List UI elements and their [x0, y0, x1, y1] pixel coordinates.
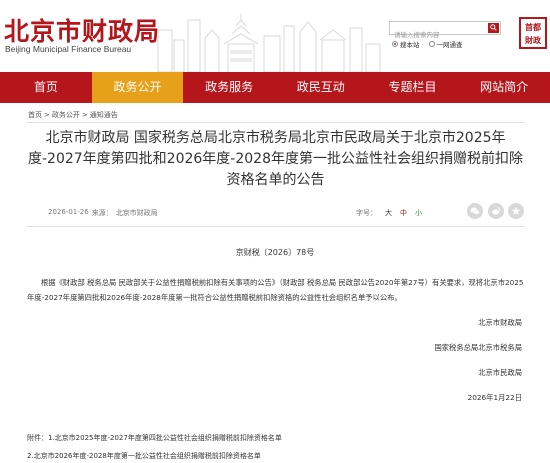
- article-title: 北京市财政局 国家税务总局北京市税务局北京市民政局关于北京市2025年度-202…: [28, 130, 523, 188]
- article-source: 北京市财政局: [115, 209, 158, 217]
- signature-civil-affairs: 北京市民政局: [478, 368, 522, 377]
- site-header: 北京市财政局 Beijing Municipal Finance Bureau: [0, 0, 550, 72]
- search-icon: [490, 24, 497, 31]
- search-scope-options: 搜本站 一网通查: [392, 39, 472, 49]
- breadcrumb-home[interactable]: 首页: [28, 110, 42, 120]
- breadcrumb-separator: >: [81, 111, 88, 119]
- main-nav: 首页 政务公开 政务服务 政民互动 专题栏目 网站简介: [0, 72, 550, 103]
- share-wechat-button[interactable]: [467, 203, 483, 219]
- font-size-label: 字号：: [356, 209, 377, 217]
- wechat-icon: [470, 207, 480, 215]
- share-weibo-button[interactable]: [488, 203, 504, 219]
- capital-finance-seal-logo: 首都 財政: [519, 17, 547, 49]
- nav-site-intro[interactable]: 网站简介: [458, 72, 550, 103]
- nav-interaction[interactable]: 政民互动: [275, 72, 367, 103]
- nav-gov-affairs-open[interactable]: 政务公开: [91, 72, 184, 103]
- article-body: 根据《财政部 税务总局 民政部关于公益性捐赠税前扣除有关事项的公告》（财政部 税…: [27, 278, 524, 302]
- nav-gov-services[interactable]: 政务服务: [183, 72, 275, 103]
- breadcrumb: 首页 > 政务公开 > 通知通告: [28, 110, 120, 120]
- attachment-link-2[interactable]: 2.北京市2026年度-2028年度第一批公益性社会组织捐赠税前扣除资格名单: [27, 451, 261, 461]
- font-size-switcher: 字号： 大 中 小: [356, 208, 430, 218]
- attachment-link-1[interactable]: 附件：1.北京市2025年度-2027年度第四批公益性社会组织捐赠税前扣除资格名…: [27, 433, 282, 443]
- site-logo-title[interactable]: 北京市财政局: [4, 12, 160, 48]
- font-size-large-button[interactable]: 大: [385, 208, 392, 218]
- article-meta: 2026-01-26 来源： 北京市财政局: [48, 208, 161, 218]
- article-source-label: 来源：: [91, 209, 113, 217]
- breadcrumb-notices[interactable]: 通知通告: [90, 110, 118, 120]
- font-size-small-button[interactable]: 小: [415, 208, 422, 218]
- radio-site-label: 搜本站: [400, 41, 420, 49]
- search-button[interactable]: [488, 23, 499, 33]
- site-logo-subtitle: Beijing Municipal Finance Bureau: [5, 44, 132, 54]
- radio-network-label: 一网通查: [436, 41, 463, 49]
- qzone-star-icon: [511, 206, 521, 216]
- weibo-icon: [491, 207, 501, 215]
- nav-home[interactable]: 首页: [0, 72, 92, 103]
- breadcrumb-divider: [27, 122, 524, 123]
- breadcrumb-gov-affairs-open[interactable]: 政务公开: [52, 110, 80, 120]
- breadcrumb-separator: >: [44, 111, 50, 119]
- signature-finance-bureau: 北京市财政局: [478, 318, 522, 327]
- radio-unchecked-icon: [428, 41, 435, 47]
- search-box: [389, 21, 501, 41]
- nav-special-topics[interactable]: 专题栏目: [367, 72, 459, 103]
- document-number: 京财税〔2026〕78号: [235, 248, 315, 257]
- radio-site-search[interactable]: 搜本站: [392, 39, 420, 49]
- radio-checked-icon: [392, 41, 398, 47]
- article-date: 2026-01-26: [48, 208, 89, 216]
- signature-tax-bureau: 国家税务总局北京市税务局: [434, 343, 522, 352]
- font-size-medium-button[interactable]: 中: [400, 208, 407, 218]
- city-skyline-illustration: [157, 14, 381, 72]
- share-qzone-button[interactable]: [508, 203, 524, 219]
- radio-network-search[interactable]: 一网通查: [428, 39, 463, 49]
- signature-date: 2026年1月22日: [467, 393, 522, 402]
- meta-divider: [27, 226, 524, 227]
